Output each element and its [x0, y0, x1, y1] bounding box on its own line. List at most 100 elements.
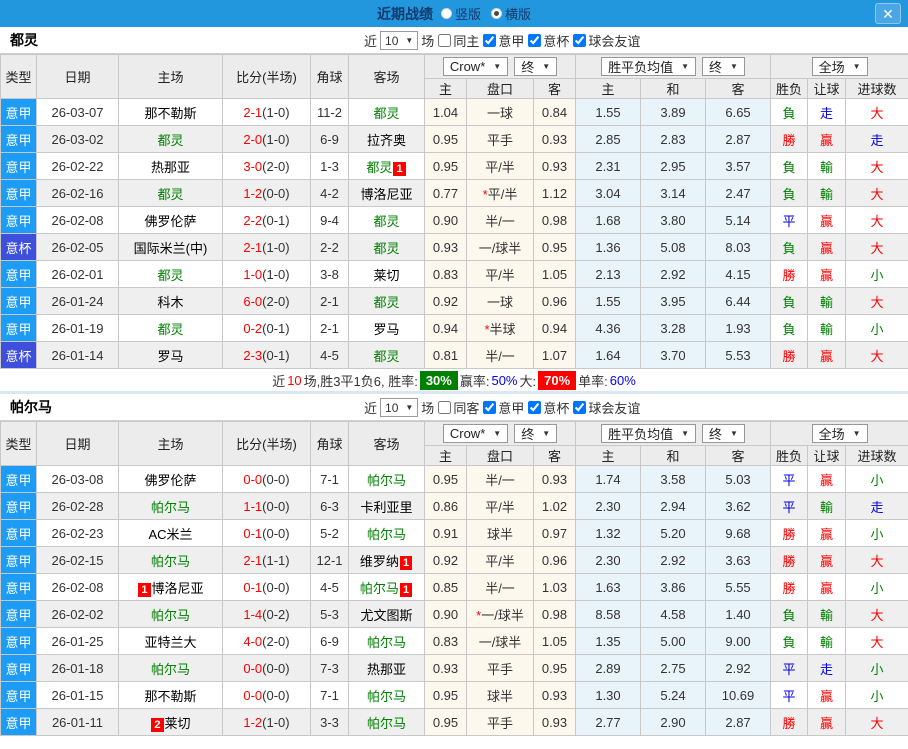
avg-home-cell: 2.30 — [575, 492, 641, 520]
corners-cell: 6-9 — [310, 125, 349, 153]
handicap-result-cell: 贏 — [807, 260, 847, 288]
home-odds-cell: 0.85 — [424, 573, 467, 601]
recent-count-select[interactable]: 10 ▼ — [380, 398, 419, 417]
score-cell: 2-1(1-1) — [222, 546, 311, 574]
dropdown-2-0-label: 全场 — [818, 60, 845, 75]
filter-checkbox-label: 意甲 — [498, 34, 525, 49]
fulltime-score: 2-0 — [243, 131, 263, 147]
match-row: 意甲 26-03-07 那不勒斯 2-1(1-0) 11-2 都灵 1.04 一球 0.84 1.… — [0, 98, 908, 126]
away-odds-cell: 0.93 — [533, 681, 576, 709]
dropdown-0-0[interactable]: Crow* ▼ — [442, 57, 509, 76]
away-team-name: 热那亚 — [366, 661, 406, 677]
goals-cell: 大 — [845, 600, 908, 628]
handicap-cell: 一/球半 — [466, 233, 534, 261]
handicap-cell: *半球 — [466, 314, 534, 342]
away-odds-cell: 1.05 — [533, 260, 576, 288]
avg-draw-cell: 2.75 — [640, 654, 706, 682]
checkbox-icon[interactable] — [483, 34, 497, 47]
games-label: 场 — [421, 401, 435, 416]
halftime-score: (0-1) — [262, 212, 290, 228]
filter-checkbox-2[interactable]: 意杯 — [527, 398, 569, 417]
away-odds-cell: 0.96 — [533, 546, 576, 574]
result-cell: 勝 — [770, 573, 809, 601]
date-cell: 26-03-02 — [36, 125, 119, 153]
away-team-cell: 帕尔马 — [348, 519, 425, 547]
layout-radio-vertical[interactable]: 竖版 — [440, 4, 481, 23]
avg-home-cell: 1.74 — [575, 465, 641, 493]
goals-cell: 走 — [845, 125, 908, 153]
dropdown-1-1[interactable]: 终 ▼ — [702, 424, 745, 443]
match-row: 意杯 26-02-05 国际米兰(中) 2-1(1-0) 2-2 都灵 0.93 一/球半 0.… — [0, 233, 908, 261]
summary-segment: 30% — [419, 370, 458, 390]
corners-cell: 5-3 — [310, 600, 349, 628]
match-row: 意甲 26-01-11 2 莱切 1-2(1-0) 3-3 帕尔马 0.95 平手 0.93 2.7… — [0, 708, 908, 736]
handicap-cell: *一/球半 — [466, 600, 534, 628]
recent-count-select[interactable]: 10 ▼ — [380, 31, 419, 50]
dropdown-2-0[interactable]: 全场 ▼ — [811, 57, 868, 76]
filter-checkbox-0[interactable]: 同主 — [437, 31, 479, 50]
handicap-cell: 平/半 — [466, 546, 534, 574]
corners-cell: 7-1 — [310, 465, 349, 493]
away-team-name: 罗马 — [373, 321, 400, 337]
checkbox-icon[interactable] — [528, 34, 542, 47]
avg-away-cell: 2.47 — [704, 179, 772, 207]
away-team-cell: 卡利亚里 — [348, 492, 425, 520]
avg-home-cell: 1.30 — [575, 681, 641, 709]
fulltime-score: 2-2 — [243, 212, 263, 228]
avg-draw-cell: 3.80 — [640, 206, 706, 234]
dropdown-0-1[interactable]: 终 ▼ — [514, 424, 558, 443]
away-odds-cell: 0.97 — [533, 519, 576, 547]
colheader-1: 日期 — [36, 421, 119, 466]
close-button[interactable]: ✕ — [875, 3, 901, 24]
filter-checkbox-1[interactable]: 意甲 — [482, 398, 524, 417]
chevron-down-icon: ▼ — [542, 62, 551, 71]
dropdown-0-0[interactable]: Crow* ▼ — [442, 424, 509, 443]
score-cell: 1-0(1-0) — [222, 260, 311, 288]
corners-cell: 7-1 — [310, 681, 349, 709]
fulltime-score: 2-1 — [243, 239, 263, 255]
away-team-cell: 帕尔马 — [348, 708, 425, 736]
dropdown-1-0[interactable]: 胜平负均值 ▼ — [601, 424, 697, 443]
halftime-score: (1-1) — [262, 552, 290, 568]
filter-checkbox-3[interactable]: 球会友谊 — [572, 398, 640, 417]
games-label: 场 — [421, 34, 435, 49]
avg-draw-cell: 2.90 — [640, 708, 706, 736]
goals-cell: 大 — [845, 98, 908, 126]
dropdown-1-1[interactable]: 终 ▼ — [702, 57, 745, 76]
handicap-value: 一/球半 — [478, 240, 522, 256]
filter-checkbox-1[interactable]: 意甲 — [482, 31, 524, 50]
chevron-down-icon: ▼ — [493, 429, 502, 438]
dropdown-1-0[interactable]: 胜平负均值 ▼ — [601, 57, 697, 76]
checkbox-icon[interactable] — [528, 401, 542, 414]
handicap-result-cell: 贏 — [807, 125, 847, 153]
corners-cell: 11-2 — [310, 98, 349, 126]
checkbox-icon[interactable] — [483, 401, 497, 414]
checkbox-icon[interactable] — [438, 401, 452, 414]
filter-checkbox-2[interactable]: 意杯 — [527, 31, 569, 50]
checkbox-icon[interactable] — [573, 401, 587, 414]
goals-cell: 大 — [845, 233, 908, 261]
score-cell: 2-2(0-1) — [222, 206, 311, 234]
home-team-cell: 热那亚 — [118, 152, 223, 180]
filter-checkbox-3[interactable]: 球会友谊 — [572, 31, 640, 50]
checkbox-icon[interactable] — [573, 34, 587, 47]
handicap-result-cell: 輸 — [807, 492, 847, 520]
away-team-cell: 都灵 1 — [348, 152, 425, 180]
date-cell: 26-01-19 — [36, 314, 119, 342]
checkbox-icon[interactable] — [438, 34, 452, 47]
handicap-cell: 平/半 — [466, 152, 534, 180]
dropdown-0-1[interactable]: 终 ▼ — [514, 57, 558, 76]
away-odds-cell: 0.93 — [533, 152, 576, 180]
league-type-cell: 意甲 — [0, 546, 37, 574]
layout-radio-horizontal[interactable]: 横版 — [491, 4, 531, 23]
score-cell: 0-0(0-0) — [222, 681, 311, 709]
home-team-name: 那不勒斯 — [144, 105, 197, 121]
fulltime-score: 1-2 — [243, 714, 263, 730]
goals-cell: 大 — [845, 627, 908, 655]
fulltime-score: 0-1 — [243, 525, 263, 541]
dropdown-2-0-label: 全场 — [818, 427, 845, 442]
result-cell: 平 — [770, 654, 809, 682]
filter-checkbox-0[interactable]: 同客 — [437, 398, 479, 417]
away-odds-cell: 0.98 — [533, 206, 576, 234]
dropdown-2-0[interactable]: 全场 ▼ — [811, 424, 868, 443]
